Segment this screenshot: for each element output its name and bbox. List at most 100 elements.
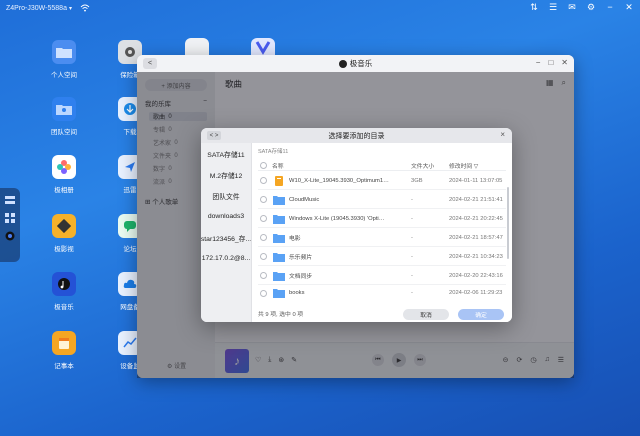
file-date: 2024-02-06 11:29:23 <box>449 290 503 296</box>
breadcrumb[interactable]: SATA存储11 <box>258 147 288 155</box>
minus-icon[interactable]: − <box>605 2 615 12</box>
row-checkbox[interactable] <box>260 272 267 279</box>
table-row[interactable]: Windows X-Lite (19045.3930) 'Optimum... … <box>258 210 506 228</box>
desktop-icon-label: 极影视 <box>54 246 74 253</box>
tray-icon[interactable]: ☰ <box>548 2 558 12</box>
storage-item-downloads3[interactable]: downloads3 <box>201 206 251 227</box>
album-icon <box>52 155 76 179</box>
desktop-icon-music[interactable]: 极音乐 <box>38 272 90 311</box>
file-size: - <box>411 253 413 260</box>
table-row[interactable]: 文档同步 - 2024-02-20 22:43:16 <box>258 267 506 285</box>
desktop-icon-album[interactable]: 极相册 <box>38 155 90 194</box>
dialog-title: 选择要添加的目录 <box>328 132 385 140</box>
music-app-logo-icon <box>338 59 347 68</box>
notepad-icon <box>52 331 76 355</box>
recycle-bin-icon[interactable] <box>185 38 209 56</box>
file-date: 2024-02-21 21:51:41 <box>449 196 503 203</box>
device-name[interactable]: Z4Pro-J30W-5588a ▾ <box>6 5 72 12</box>
dialog-file-list: SATA存储11 名称 文件大小 修改时间 ▽ W10_X-Lite_19045… <box>252 143 512 322</box>
file-name: W10_X-Lite_19045.3930_Optimum10Pr... <box>289 177 389 184</box>
desktop-icon-label: 团队空间 <box>51 129 77 136</box>
file-size: - <box>411 196 413 203</box>
left-dock <box>0 188 20 262</box>
gear-icon[interactable]: ⚙ <box>586 2 596 12</box>
confirm-button[interactable]: 确定 <box>458 309 504 320</box>
desktop-icon-video[interactable]: 极影视 <box>38 214 90 253</box>
folder-icon <box>273 252 285 262</box>
column-date[interactable]: 修改时间 ▽ <box>449 161 478 170</box>
close-icon[interactable]: × <box>500 130 505 139</box>
folder-icon <box>273 233 285 243</box>
file-name: Windows X-Lite (19045.3930) 'Optimum... <box>289 215 389 222</box>
team-folder-icon <box>52 97 76 121</box>
folder-icon <box>273 195 285 205</box>
window-titlebar: < 极音乐 − □ ✕ <box>137 55 574 72</box>
minimize-icon[interactable]: − <box>536 58 541 67</box>
file-name: books <box>289 290 305 296</box>
row-checkbox[interactable] <box>260 234 267 241</box>
desktop-icon-label: 记事本 <box>54 363 74 370</box>
apps-grid-icon[interactable] <box>4 212 16 224</box>
file-date: 2024-01-11 13:07:05 <box>449 177 503 184</box>
column-size[interactable]: 文件大小 <box>411 161 434 170</box>
server-icon[interactable] <box>4 194 16 206</box>
file-size: - <box>411 290 413 296</box>
row-checkbox[interactable] <box>260 253 267 260</box>
wifi-icon <box>80 4 90 12</box>
scrollbar[interactable] <box>507 187 509 259</box>
maximize-icon[interactable]: □ <box>548 58 553 67</box>
video-icon <box>52 214 76 238</box>
folder-icon <box>273 214 285 224</box>
file-table-header: 名称 文件大小 修改时间 ▽ <box>258 160 506 171</box>
vpn-app-icon[interactable] <box>251 38 275 56</box>
column-name[interactable]: 名称 <box>272 161 284 170</box>
storage-item-star[interactable]: star123456_存... <box>201 227 251 248</box>
file-date: 2024-02-21 18:57:47 <box>449 234 503 241</box>
cancel-button[interactable]: 取消 <box>403 309 449 320</box>
desktop-icon-notepad[interactable]: 记事本 <box>38 331 90 370</box>
close-icon[interactable]: ✕ <box>561 58 568 67</box>
folder-icon <box>273 271 285 281</box>
file-date: 2024-02-21 10:34:23 <box>449 253 503 260</box>
back-button[interactable]: < <box>143 58 157 69</box>
select-all-checkbox[interactable] <box>260 161 267 169</box>
desktop-icon-team-space[interactable]: 团队空间 <box>38 97 90 136</box>
desktop-icon-label: 极音乐 <box>54 304 74 311</box>
file-size: - <box>411 272 413 279</box>
dialog-nav-button[interactable]: < > <box>207 131 221 140</box>
row-checkbox[interactable] <box>260 177 267 184</box>
storage-item-team-files[interactable]: 团队文件 <box>201 185 251 206</box>
storage-item-sata11[interactable]: SATA存储11 <box>201 143 251 164</box>
message-icon[interactable]: ✉ <box>567 2 577 12</box>
file-size: - <box>411 234 413 241</box>
table-row[interactable]: 电影 - 2024-02-21 18:57:47 <box>258 229 506 247</box>
row-checkbox[interactable] <box>260 196 267 203</box>
folder-icon <box>52 40 76 64</box>
select-directory-dialog: < > 选择要添加的目录 × SATA存储11 M.2存储12 团队文件 dow… <box>201 128 512 322</box>
pin-icon[interactable]: ⇅ <box>529 2 539 12</box>
desktop-icon-label: 极相册 <box>54 187 74 194</box>
chevron-down-icon: ▾ <box>68 5 72 12</box>
table-row[interactable]: W10_X-Lite_19045.3930_Optimum10Pr... 3GB… <box>258 172 506 190</box>
file-name: CloudMusic <box>289 196 320 203</box>
music-dock-icon[interactable] <box>4 230 16 242</box>
file-icon <box>275 175 283 186</box>
system-topbar: Z4Pro-J30W-5588a ▾ ⇅ ☰ ✉ ⚙ − ✕ <box>0 0 640 16</box>
storage-item-m2-12[interactable]: M.2存储12 <box>201 164 251 185</box>
table-row[interactable]: 乐乐频片 - 2024-02-21 10:34:23 <box>258 248 506 266</box>
file-name: 乐乐频片 <box>289 255 313 261</box>
storage-item-network[interactable]: 172.17.0.2@8... <box>201 248 251 269</box>
file-date: 2024-02-21 20:22:45 <box>449 215 503 222</box>
desktop-icon-personal-space[interactable]: 个人空间 <box>38 40 90 79</box>
desktop-icon-label: 个人空间 <box>51 72 77 79</box>
dialog-storage-sidebar: SATA存储11 M.2存储12 团队文件 downloads3 star123… <box>201 143 252 322</box>
table-row[interactable]: books - 2024-02-06 11:29:23 <box>258 286 506 300</box>
row-checkbox[interactable] <box>260 289 267 297</box>
folder-icon <box>273 289 285 298</box>
table-row[interactable]: CloudMusic - 2024-02-21 21:51:41 <box>258 191 506 209</box>
row-checkbox[interactable] <box>260 215 267 222</box>
close-icon[interactable]: ✕ <box>624 2 634 12</box>
file-date: 2024-02-20 22:43:16 <box>449 272 503 279</box>
music-icon <box>52 272 76 296</box>
file-size: - <box>411 215 413 222</box>
